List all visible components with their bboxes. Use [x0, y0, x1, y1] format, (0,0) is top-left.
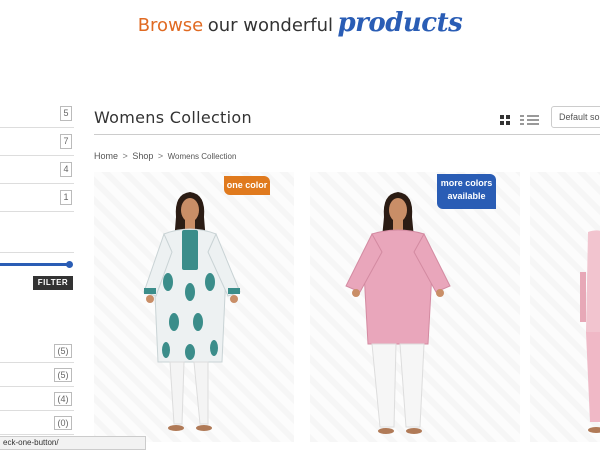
size-count: (5) — [54, 344, 72, 358]
size-count: (0) — [54, 416, 72, 430]
product-image-model[interactable] — [310, 172, 520, 442]
breadcrumb-shop-link[interactable]: Shop — [132, 151, 153, 161]
category-count: 4 — [60, 162, 72, 177]
price-filter-divider — [0, 252, 74, 253]
product-card-2[interactable]: more colors available — [310, 172, 520, 442]
product-badge: more colors available — [437, 174, 496, 209]
category-count: 7 — [60, 134, 72, 149]
product-card-1[interactable]: one color — [94, 172, 294, 442]
size-item-4[interactable]: (0) — [0, 412, 74, 435]
size-item-2[interactable]: (5) — [0, 364, 74, 387]
banner-word-middle: our wonderful — [207, 15, 334, 36]
breadcrumb: Home > Shop > Womens Collection — [94, 151, 236, 161]
breadcrumb-current: Womens Collection — [167, 152, 237, 161]
browser-status-url: eck-one-button/ — [0, 436, 146, 450]
category-item-3[interactable]: 4 — [0, 156, 74, 184]
product-image-model[interactable] — [530, 172, 600, 442]
banner-word-products: products — [337, 8, 463, 38]
product-card-3[interactable] — [530, 172, 600, 442]
product-badge-line1: more colors — [440, 178, 493, 188]
grid-view-icon[interactable] — [500, 115, 511, 126]
category-item-2[interactable]: 7 — [0, 128, 74, 156]
size-count: (4) — [54, 392, 72, 406]
title-divider — [94, 134, 600, 135]
product-badge-line2: available — [447, 191, 486, 201]
breadcrumb-separator: > — [157, 151, 164, 161]
product-badge: one color — [224, 176, 270, 195]
category-item-1[interactable]: 5 — [0, 100, 74, 128]
list-view-icon[interactable] — [520, 115, 540, 126]
banner-word-browse: Browse — [137, 15, 204, 36]
size-count: (5) — [54, 368, 72, 382]
page-title: Womens Collection — [94, 108, 252, 127]
price-slider-handle[interactable] — [66, 261, 73, 268]
filter-button[interactable]: FILTER — [33, 276, 73, 290]
breadcrumb-home-link[interactable]: Home — [94, 151, 118, 161]
price-slider-track[interactable] — [0, 263, 70, 266]
sidebar-filters: 5 7 4 1 FILTER (5) (5) (4) (0) — [0, 100, 78, 440]
category-item-4[interactable]: 1 — [0, 184, 74, 212]
size-item-1[interactable]: (5) — [0, 340, 74, 363]
size-item-3[interactable]: (4) — [0, 388, 74, 411]
sort-dropdown[interactable]: Default sort — [551, 106, 600, 128]
category-count: 1 — [60, 190, 72, 205]
breadcrumb-separator: > — [122, 151, 128, 161]
browse-banner: Browse our wonderful products — [0, 8, 600, 48]
category-count: 5 — [60, 106, 72, 121]
product-image-model[interactable] — [94, 172, 294, 442]
